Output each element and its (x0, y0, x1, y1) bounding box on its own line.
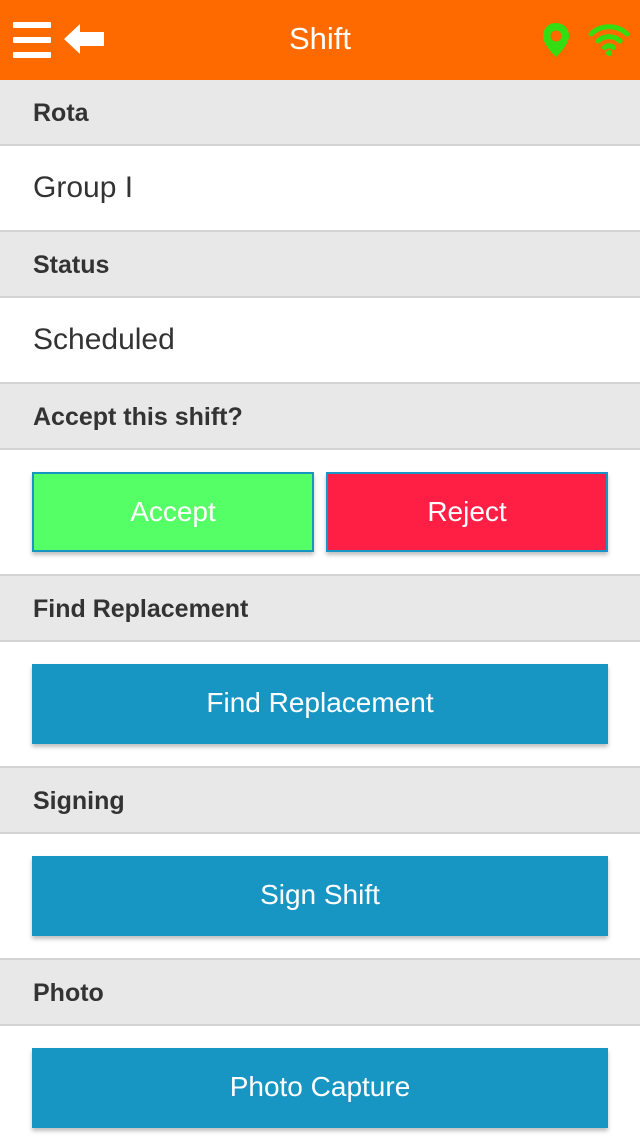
signing-section-body: Sign Shift (0, 834, 640, 960)
replacement-section-header: Find Replacement (0, 576, 640, 642)
status-label: Status (33, 251, 110, 279)
status-value: Scheduled (33, 323, 175, 356)
signing-label: Signing (33, 787, 125, 815)
status-section-header: Status (0, 232, 640, 298)
accept-section-body: Accept Reject (0, 450, 640, 576)
app-header: Shift (0, 0, 640, 80)
sign-shift-button[interactable]: Sign Shift (32, 856, 608, 936)
photo-section-header: Photo (0, 960, 640, 1026)
wifi-icon (588, 20, 630, 58)
signing-section-header: Signing (0, 768, 640, 834)
photo-label: Photo (33, 979, 104, 1007)
photo-capture-button[interactable]: Photo Capture (32, 1048, 608, 1128)
rota-section-header: Rota (0, 80, 640, 146)
accept-button[interactable]: Accept (32, 472, 314, 552)
find-replacement-button[interactable]: Find Replacement (32, 664, 608, 744)
location-pin-icon (541, 22, 571, 58)
reject-button[interactable]: Reject (326, 472, 608, 552)
photo-section-body: Photo Capture (0, 1026, 640, 1136)
rota-label: Rota (33, 99, 89, 127)
rota-section-body: Group I (0, 146, 640, 232)
accept-label: Accept this shift? (33, 403, 243, 431)
replacement-section-body: Find Replacement (0, 642, 640, 768)
status-section-body: Scheduled (0, 298, 640, 384)
rota-value: Group I (33, 171, 134, 204)
accept-section-header: Accept this shift? (0, 384, 640, 450)
replacement-label: Find Replacement (33, 595, 249, 623)
